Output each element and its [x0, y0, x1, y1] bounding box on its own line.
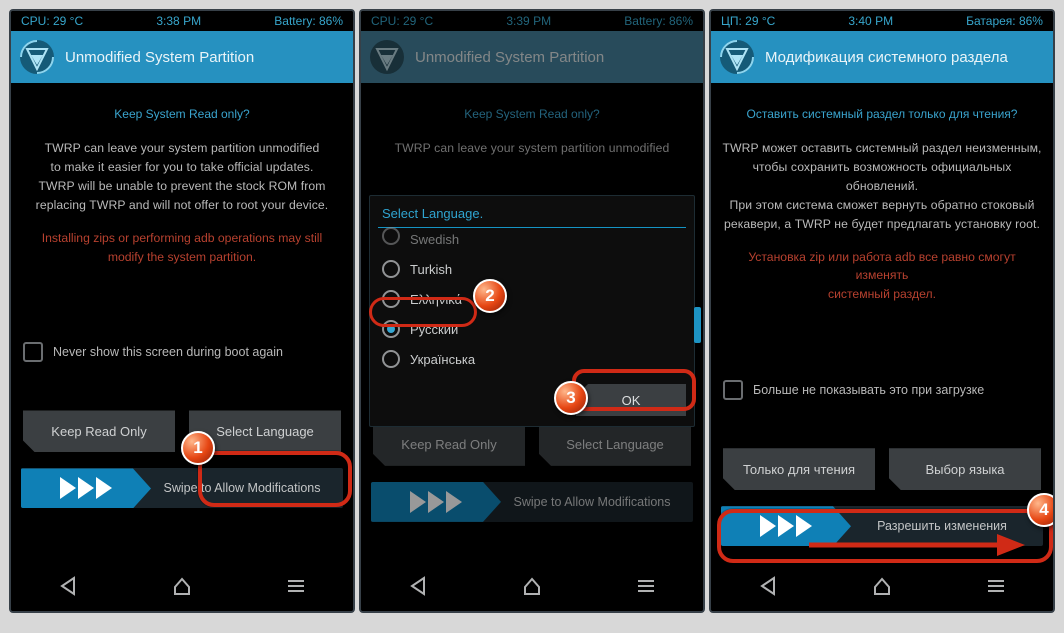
radio-icon[interactable] — [382, 350, 400, 368]
android-navbar — [361, 565, 703, 611]
lang-label: Swedish — [410, 232, 459, 247]
slider-handle[interactable] — [371, 482, 501, 522]
lang-label: Українська — [410, 352, 475, 367]
radio-icon[interactable] — [382, 227, 400, 245]
never-show-checkbox-row[interactable]: Больше не показывать это при загрузке — [721, 380, 1043, 400]
prompt-text: Keep System Read only? — [21, 107, 343, 121]
slider-label: Разрешить изменения — [851, 519, 1033, 533]
lang-label: Turkish — [410, 262, 452, 277]
status-cpu: ЦП: 29 °C — [721, 14, 775, 28]
nav-recent-icon[interactable] — [635, 575, 657, 602]
status-time: 3:40 PM — [848, 14, 893, 28]
nav-back-icon[interactable] — [57, 575, 79, 602]
status-battery: Батарея: 86% — [966, 14, 1043, 28]
nav-home-icon[interactable] — [871, 575, 893, 602]
nav-back-icon[interactable] — [407, 575, 429, 602]
twrp-logo-icon — [367, 37, 407, 77]
radio-icon[interactable] — [382, 290, 400, 308]
swipe-slider[interactable]: Swipe to Allow Modifications — [371, 482, 693, 522]
lang-option-ukrainian[interactable]: Українська — [378, 344, 686, 374]
nav-recent-icon[interactable] — [985, 575, 1007, 602]
title-band: Модификация системного раздела — [711, 31, 1053, 83]
status-battery: Battery: 86% — [274, 14, 343, 28]
status-bar: ЦП: 29 °C 3:40 PM Батарея: 86% — [711, 11, 1053, 31]
checkbox-icon[interactable] — [23, 342, 43, 362]
slider-label: Swipe to Allow Modifications — [151, 481, 333, 495]
checkbox-icon[interactable] — [723, 380, 743, 400]
lang-label: Русский — [410, 322, 458, 337]
radio-icon[interactable] — [382, 320, 400, 338]
nav-home-icon[interactable] — [171, 575, 193, 602]
lang-label: Ελληνικά — [410, 292, 462, 307]
checkbox-label: Never show this screen during boot again — [53, 345, 283, 359]
page-title: Unmodified System Partition — [415, 49, 604, 66]
warning-text: Installing zips or performing adb operat… — [21, 229, 343, 267]
android-navbar — [11, 565, 353, 611]
status-cpu: CPU: 29 °C — [21, 14, 83, 28]
page-title: Модификация системного раздела — [765, 49, 1008, 66]
description-text: TWRP can leave your system partition unm… — [371, 139, 693, 158]
radio-icon[interactable] — [382, 260, 400, 278]
twrp-logo-icon — [17, 37, 57, 77]
slider-label: Swipe to Allow Modifications — [501, 495, 683, 509]
prompt-text: Keep System Read only? — [371, 107, 693, 121]
checkbox-label: Больше не показывать это при загрузке — [753, 383, 984, 397]
status-bar: CPU: 29 °C 3:39 PM Battery: 86% — [361, 11, 703, 31]
dialog-title: Select Language. — [378, 204, 686, 228]
select-language-button[interactable]: Select Language — [189, 410, 341, 452]
title-band: Unmodified System Partition — [11, 31, 353, 83]
android-navbar — [711, 565, 1053, 611]
lang-option-swedish[interactable]: Swedish — [378, 228, 686, 254]
scrollbar-thumb[interactable] — [694, 307, 701, 343]
lang-option-russian[interactable]: Русский — [378, 314, 686, 344]
screen-3: ЦП: 29 °C 3:40 PM Батарея: 86% Модификац… — [709, 9, 1055, 613]
select-language-dialog: Select Language. Swedish Turkish Ελληνικ… — [369, 195, 695, 427]
slider-handle[interactable] — [721, 506, 851, 546]
nav-recent-icon[interactable] — [285, 575, 307, 602]
content-area: Keep System Read only? TWRP can leave yo… — [11, 83, 353, 565]
keep-read-only-button[interactable]: Только для чтения — [723, 448, 875, 490]
status-battery: Battery: 86% — [624, 14, 693, 28]
swipe-slider[interactable]: Разрешить изменения — [721, 506, 1043, 546]
keep-read-only-button[interactable]: Keep Read Only — [373, 424, 525, 466]
select-language-button[interactable]: Выбор языка — [889, 448, 1041, 490]
twrp-logo-icon — [717, 37, 757, 77]
never-show-checkbox-row[interactable]: Never show this screen during boot again — [21, 342, 343, 362]
screen-1: CPU: 29 °C 3:38 PM Battery: 86% Unmodifi… — [9, 9, 355, 613]
status-time: 3:38 PM — [156, 14, 201, 28]
screen-2: CPU: 29 °C 3:39 PM Battery: 86% Unmodifi… — [359, 9, 705, 613]
keep-read-only-button[interactable]: Keep Read Only — [23, 410, 175, 452]
content-area: Оставить системный раздел только для чте… — [711, 83, 1053, 565]
description-text: TWRP может оставить системный раздел неи… — [721, 139, 1043, 234]
prompt-text: Оставить системный раздел только для чте… — [721, 107, 1043, 121]
status-bar: CPU: 29 °C 3:38 PM Battery: 86% — [11, 11, 353, 31]
nav-home-icon[interactable] — [521, 575, 543, 602]
page-title: Unmodified System Partition — [65, 49, 254, 66]
description-text: TWRP can leave your system partition unm… — [21, 139, 343, 215]
status-cpu: CPU: 29 °C — [371, 14, 433, 28]
lang-option-greek[interactable]: Ελληνικά — [378, 284, 686, 314]
warning-text: Установка zip или работа adb все равно с… — [721, 248, 1043, 305]
dialog-ok-button[interactable]: OK — [576, 384, 686, 416]
status-time: 3:39 PM — [506, 14, 551, 28]
slider-handle[interactable] — [21, 468, 151, 508]
nav-back-icon[interactable] — [757, 575, 779, 602]
select-language-button[interactable]: Select Language — [539, 424, 691, 466]
swipe-slider[interactable]: Swipe to Allow Modifications — [21, 468, 343, 508]
lang-option-turkish[interactable]: Turkish — [378, 254, 686, 284]
title-band: Unmodified System Partition — [361, 31, 703, 83]
